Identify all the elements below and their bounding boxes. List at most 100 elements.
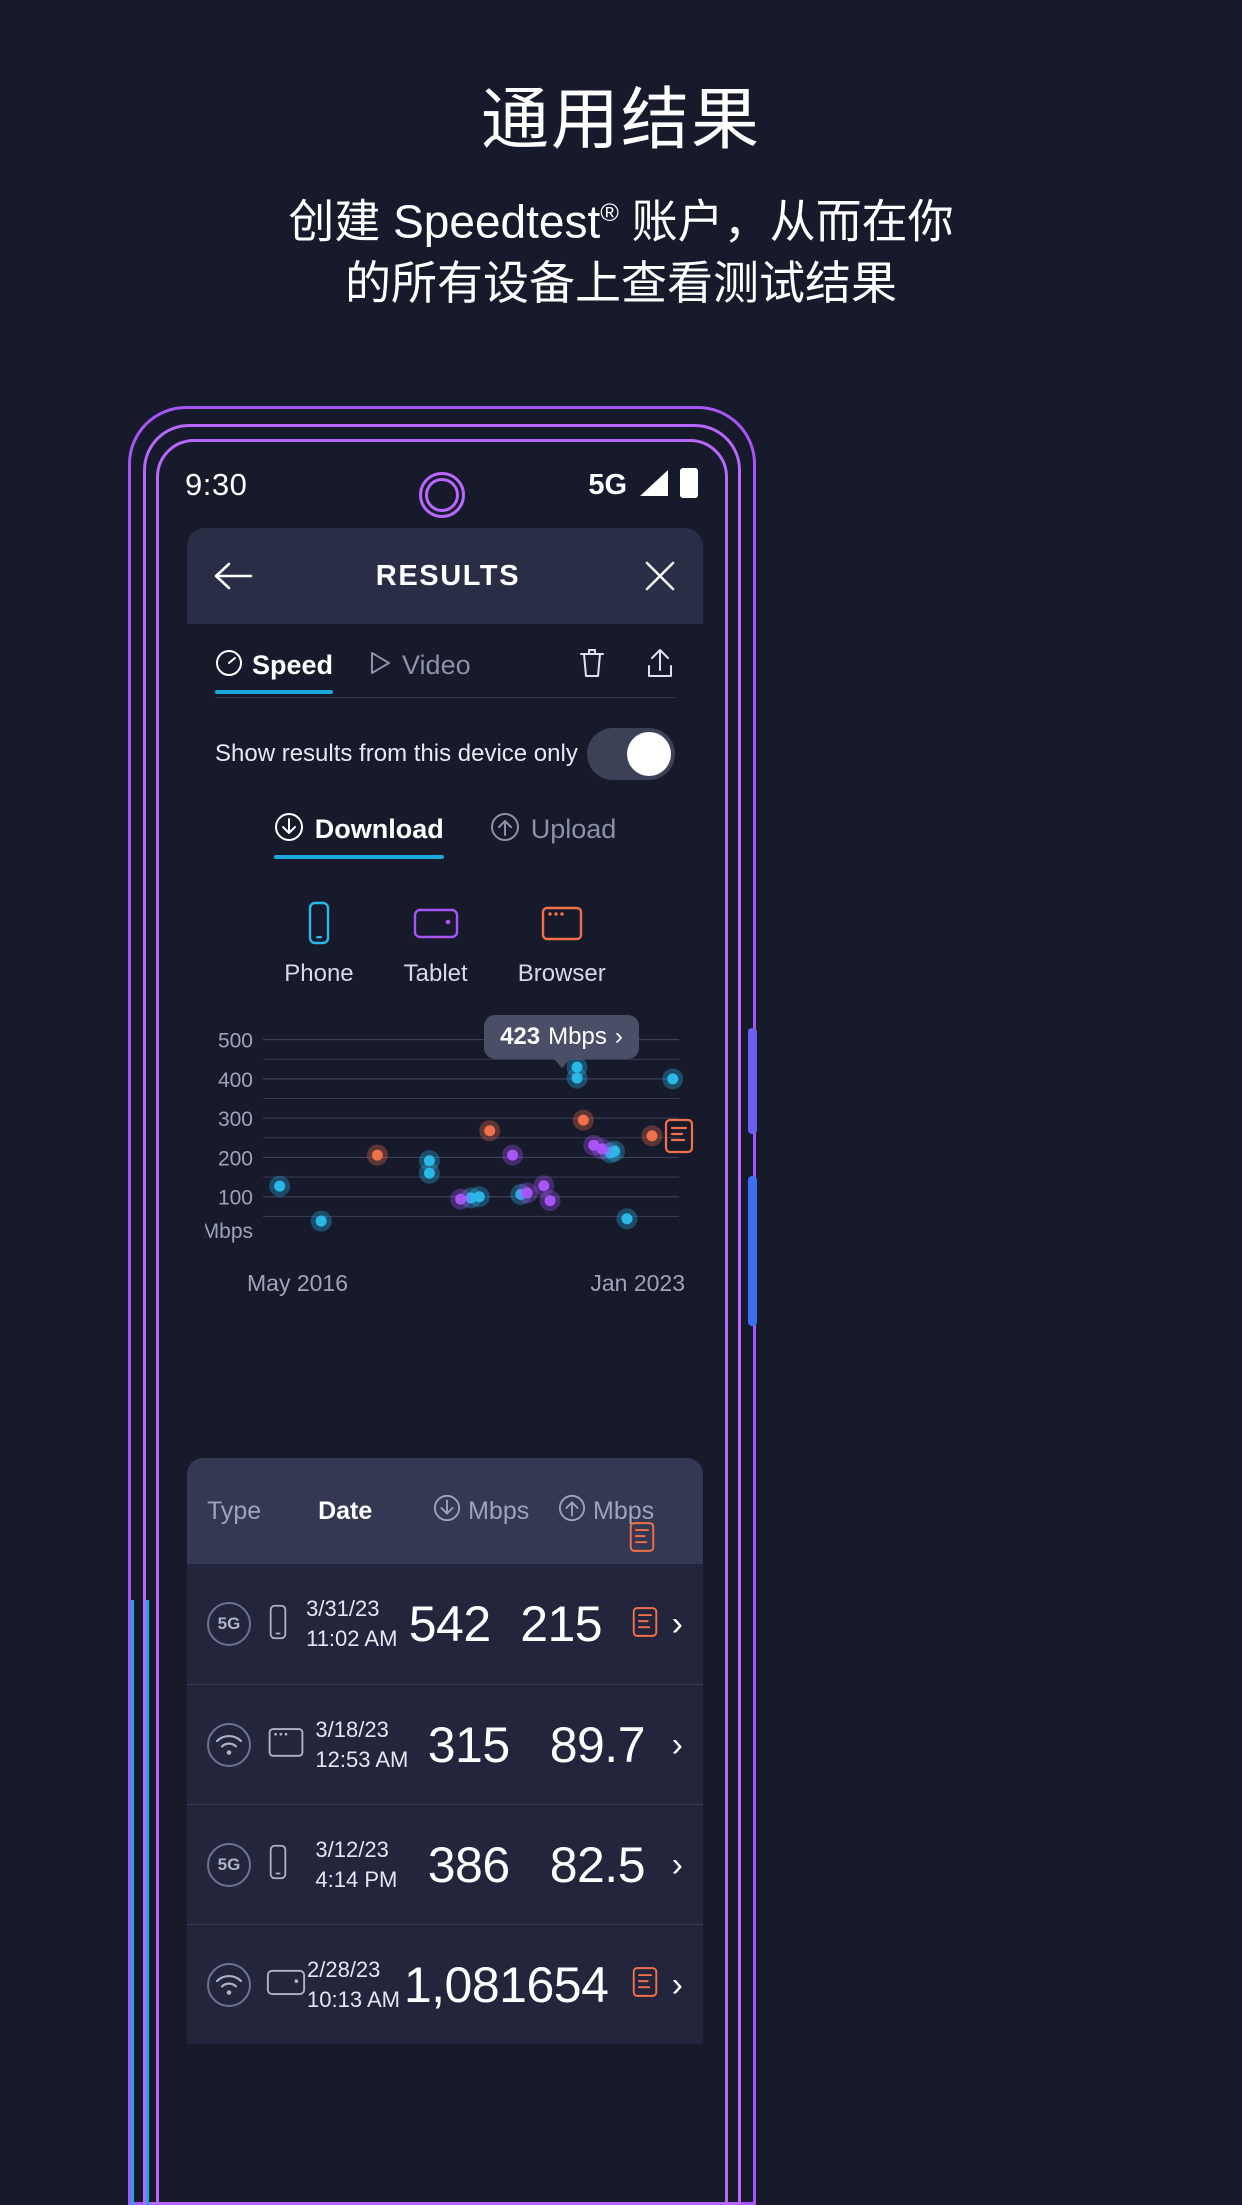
row-type-cell: 5G xyxy=(207,1602,306,1646)
row-time: 11:02 AM xyxy=(306,1626,398,1651)
tab-video-label: Video xyxy=(402,650,471,680)
row-download-value: 386 xyxy=(427,1836,510,1893)
row-type-cell xyxy=(207,1962,307,2007)
tab-download-label: Download xyxy=(314,814,444,844)
svg-text:300: 300 xyxy=(218,1108,253,1131)
row-date-cell: 3/31/23 11:02 AM xyxy=(306,1594,409,1654)
decorative-trace-line-2 xyxy=(146,1600,149,2205)
share-icon[interactable] xyxy=(645,646,675,685)
chevron-right-icon[interactable]: › xyxy=(672,1968,683,2002)
note-icon[interactable] xyxy=(632,1966,658,2003)
legend-label-tablet: Tablet xyxy=(403,960,468,987)
tab-video[interactable]: Video xyxy=(367,649,471,694)
row-upload-value: 89.7 xyxy=(549,1716,646,1773)
app-header: RESULTS xyxy=(187,528,703,624)
row-type-cell xyxy=(207,1722,315,1767)
svg-text:500: 500 xyxy=(218,1030,253,1053)
tab-upload[interactable]: Upload xyxy=(490,812,617,859)
play-icon xyxy=(367,649,393,682)
row-download-value: 1,081 xyxy=(403,1956,527,2013)
row-download-value: 315 xyxy=(427,1716,510,1773)
chevron-right-icon[interactable]: › xyxy=(672,1728,683,1762)
chart-x-label-left: May 2016 xyxy=(247,1270,349,1296)
table-row[interactable]: 5G 3/12/23 4:14 PM 386 82.5 › xyxy=(187,1804,703,1924)
row-upload-value: 215 xyxy=(520,1596,603,1652)
download-circle-icon xyxy=(433,1494,461,1529)
close-icon[interactable] xyxy=(641,557,679,595)
column-header-type[interactable]: Type xyxy=(207,1497,318,1526)
phone-screen: 9:30 5G RESULTS Speed Video Show results… xyxy=(156,439,728,2205)
column-header-upload[interactable]: Mbps xyxy=(558,1494,683,1529)
tooltip-value: 423 xyxy=(500,1023,541,1051)
note-icon[interactable] xyxy=(629,1521,655,1558)
back-arrow-icon[interactable] xyxy=(211,559,255,593)
row-download-value: 542 xyxy=(408,1596,491,1652)
row-actions: › xyxy=(672,1848,683,1882)
row-date-cell: 3/18/23 12:53 AM xyxy=(315,1715,427,1775)
tablet-icon xyxy=(265,1963,307,2006)
row-date: 2/28/23 xyxy=(307,1956,381,1982)
upload-circle-icon xyxy=(558,1494,586,1529)
device-legend: Phone Tablet Browser xyxy=(187,859,703,988)
row-upload-value: 82.5 xyxy=(549,1836,646,1893)
row-actions: › xyxy=(672,1728,683,1762)
device-filter-row: Show results from this device only xyxy=(187,698,703,806)
registered-mark: ® xyxy=(600,199,619,227)
promo-screenshot: 通用结果 创建 Speedtest® 账户，从而在你 的所有设备上查看测试结果 … xyxy=(0,0,1242,2205)
browser-icon xyxy=(265,1723,307,1766)
trash-icon[interactable] xyxy=(577,646,607,685)
row-time: 10:13 AM xyxy=(307,1986,400,2012)
row-date: 3/12/23 xyxy=(315,1836,389,1862)
legend-item-tablet[interactable]: Tablet xyxy=(404,901,468,988)
note-icon[interactable] xyxy=(632,1606,658,1643)
wifi-icon xyxy=(207,1722,251,1767)
5g-badge-icon: 5G xyxy=(207,1842,251,1887)
table-row[interactable]: 5G 3/31/23 11:02 AM 542 215 › xyxy=(187,1564,703,1684)
table-row[interactable]: 3/18/23 12:53 AM 315 89.7 › xyxy=(187,1684,703,1804)
chart-tooltip[interactable]: 423 Mbps › xyxy=(484,1015,639,1069)
row-date-cell: 3/12/23 4:14 PM xyxy=(315,1835,427,1895)
legend-label-phone: Phone xyxy=(284,960,354,987)
column-header-date[interactable]: Date xyxy=(318,1497,433,1526)
device-filter-toggle[interactable] xyxy=(587,728,675,780)
chart-note-icon[interactable] xyxy=(664,1118,694,1159)
chart-x-label-right: Jan 2023 xyxy=(590,1270,685,1296)
tab-upload-label: Upload xyxy=(530,814,617,844)
tab-speed[interactable]: Speed xyxy=(215,649,334,694)
metric-tabs: Download Upload xyxy=(187,806,703,859)
svg-text:400: 400 xyxy=(218,1069,253,1092)
column-header-download[interactable]: Mbps xyxy=(433,1494,558,1529)
chevron-right-icon[interactable]: › xyxy=(672,1848,683,1882)
column-header-download-label: Mbps xyxy=(468,1496,530,1525)
legend-label-browser: Browser xyxy=(517,960,606,987)
results-table-body: 5G 3/31/23 11:02 AM 542 215 › 3/18/23 12:53 AM 3… xyxy=(187,1564,703,2044)
chart-x-axis-labels: May 2016 Jan 2023 xyxy=(187,1266,703,1297)
row-type-cell: 5G xyxy=(207,1842,315,1887)
phone-side-button-volume[interactable] xyxy=(748,1028,757,1134)
wifi-icon xyxy=(207,1962,251,2007)
page-title: 通用结果 xyxy=(480,82,761,158)
phone-icon xyxy=(265,1843,291,1886)
tablet-icon xyxy=(412,901,460,950)
status-time: 9:30 xyxy=(185,467,248,502)
legend-item-browser[interactable]: Browser xyxy=(518,901,606,988)
phone-icon xyxy=(265,1603,291,1646)
device-filter-label: Show results from this device only xyxy=(215,740,578,767)
front-camera-icon xyxy=(419,472,465,518)
signal-icon xyxy=(636,468,670,503)
tab-download[interactable]: Download xyxy=(273,812,444,859)
svg-text:Mbps: Mbps xyxy=(205,1220,253,1243)
row-time: 4:14 PM xyxy=(315,1866,398,1892)
row-date-cell: 2/28/23 10:13 AM xyxy=(307,1955,404,2015)
results-table: Type Date Mbps Mbps 5G 3/31/23 11:02 AM … xyxy=(187,1458,703,2044)
table-row[interactable]: 2/28/23 10:13 AM 1,081 654 › xyxy=(187,1924,703,2044)
battery-icon xyxy=(679,467,699,504)
results-chart[interactable]: 100 200 300 400 500 Mbps 423 Mbps › xyxy=(205,1012,694,1266)
page-subtitle: 创建 Speedtest® 账户，从而在你 的所有设备上查看测试结果 xyxy=(0,182,1242,314)
chevron-right-icon[interactable]: › xyxy=(672,1607,683,1641)
results-table-header: Type Date Mbps Mbps xyxy=(187,1458,703,1564)
tooltip-unit: Mbps xyxy=(548,1023,607,1051)
phone-side-button-power[interactable] xyxy=(748,1176,757,1326)
legend-item-phone[interactable]: Phone xyxy=(284,901,354,988)
speedometer-icon xyxy=(215,649,243,682)
